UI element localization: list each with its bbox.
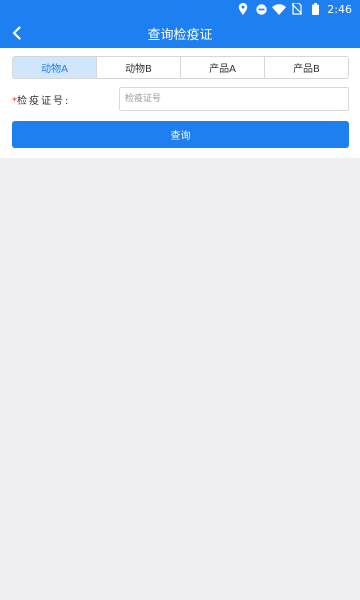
certificate-number-input[interactable] <box>119 87 349 111</box>
chevron-left-icon <box>12 26 21 40</box>
page-title: 查询检疫证 <box>147 27 213 43</box>
certificate-label-text: 检疫证号: <box>17 95 71 107</box>
status-bar: 2:46 <box>0 0 360 18</box>
tab-product-a[interactable]: 产品A <box>180 57 264 78</box>
tab-product-b[interactable]: 产品B <box>264 57 348 78</box>
no-sim-icon <box>290 3 304 15</box>
back-button[interactable] <box>6 22 28 44</box>
status-time: 2:46 <box>327 2 352 16</box>
tab-animal-b[interactable]: 动物B <box>96 57 180 78</box>
dnd-icon <box>254 3 268 15</box>
query-panel: 动物A 动物B 产品A 产品B *检疫证号: 查询 <box>0 48 360 158</box>
location-icon <box>236 3 250 15</box>
certificate-label: *检疫证号: <box>12 92 119 107</box>
category-tabs: 动物A 动物B 产品A 产品B <box>12 56 349 79</box>
header-bar: 查询检疫证 <box>0 18 360 48</box>
battery-icon <box>308 3 322 15</box>
tab-animal-a[interactable]: 动物A <box>13 57 96 78</box>
wifi-icon <box>272 3 287 15</box>
query-button[interactable]: 查询 <box>12 121 349 148</box>
certificate-field-row: *检疫证号: <box>12 87 349 111</box>
